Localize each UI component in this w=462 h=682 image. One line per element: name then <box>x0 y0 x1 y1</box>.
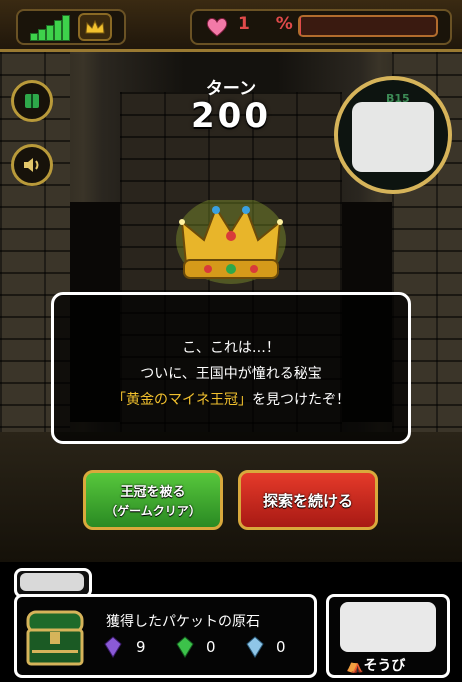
map-content <box>352 102 434 172</box>
continue-exploring-button[interactable]: 探索を続ける <box>238 470 378 530</box>
purple-gem-count: 9 <box>136 638 146 656</box>
green-gem-count: 0 <box>206 638 216 656</box>
green-gem-icon <box>176 636 194 658</box>
dialog-line-1: こ、これは…！ <box>182 340 280 356</box>
wear-crown-button[interactable]: 王冠を被る （ゲームクリア） <box>83 470 223 530</box>
signal-bar <box>46 25 54 41</box>
equipment-label-text: そうび <box>363 658 406 674</box>
hp-gauge <box>298 15 438 37</box>
heart-icon <box>206 18 228 37</box>
signal-bar <box>62 15 70 41</box>
hp-percent-text: 1 % <box>238 14 303 34</box>
equipment-preview <box>340 602 436 652</box>
purple-gem-icon <box>104 636 122 658</box>
sound-button[interactable] <box>11 144 53 186</box>
floor <box>0 432 462 562</box>
signal-bar <box>30 33 38 41</box>
blue-gem-icon <box>246 636 264 658</box>
golden-crown-icon <box>176 200 286 284</box>
dialog-line-2: ついに、王国中が憧れる秘宝 <box>140 366 322 382</box>
message-dialog[interactable]: こ、これは…！ ついに、王国中が憧れる秘宝 「黄金のマイネ王冠」を見つけたぞ！ <box>51 292 411 444</box>
signal-bar <box>38 29 46 41</box>
dialog-line-3-rest: を見つけたぞ！ <box>252 392 350 408</box>
signal-bar <box>54 20 62 41</box>
game-clear-label: （ゲームクリア） <box>105 504 201 518</box>
equipment-label: ⛺そうび <box>346 655 405 675</box>
signal-bars-icon <box>30 15 74 41</box>
speaker-icon <box>24 158 39 172</box>
dialog-line-3: 「黄金のマイネ王冠」を見つけたぞ！ <box>54 389 408 409</box>
treasure-name: 「黄金のマイネ王冠」 <box>112 392 252 408</box>
minimap[interactable]: B15 <box>334 76 452 194</box>
wear-crown-label: 王冠を被る <box>120 485 186 500</box>
crown-icon <box>85 20 105 34</box>
stone-inventory-title: 獲得したパケットの原石 <box>106 614 260 630</box>
player-name <box>20 573 84 591</box>
treasure-chest-icon <box>26 610 84 666</box>
crown-badge <box>78 13 112 41</box>
continue-label: 探索を続ける <box>262 491 353 510</box>
blue-gem-count: 0 <box>276 638 286 656</box>
hp-gauge-fill <box>300 17 302 35</box>
armor-icon: ⛺ <box>346 658 364 674</box>
